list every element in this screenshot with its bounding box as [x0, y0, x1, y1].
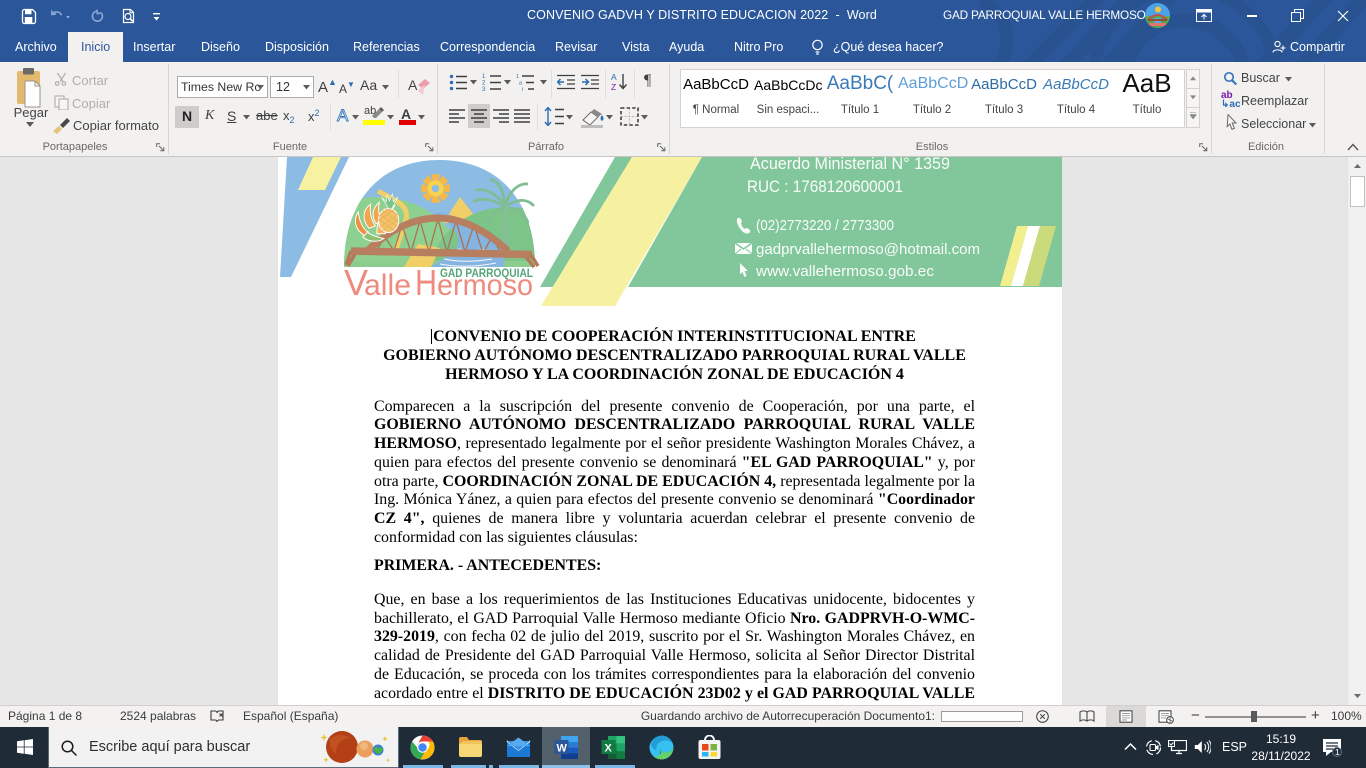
svg-text:Z: Z — [611, 82, 616, 92]
svg-text:X: X — [605, 743, 613, 755]
svg-text:W: W — [557, 743, 568, 755]
svg-text:alle: alle — [364, 269, 411, 302]
svg-text:1: 1 — [516, 74, 519, 80]
svg-text:H: H — [415, 262, 437, 303]
svg-text:1: 1 — [482, 74, 486, 80]
svg-text:(02)2773220 / 2773300: (02)2773220 / 2773300 — [756, 217, 894, 234]
svg-text:www.vallehermoso.gob.ec: www.vallehermoso.gob.ec — [755, 263, 935, 280]
svg-text:A: A — [408, 77, 418, 93]
svg-text:3: 3 — [482, 87, 486, 91]
svg-text:1: 1 — [1335, 747, 1340, 757]
svg-text:GAD PARROQUIAL: GAD PARROQUIAL — [440, 266, 533, 280]
svg-text:A: A — [611, 72, 617, 82]
svg-text:Acuerdo Ministerial N° 1359: Acuerdo Ministerial N° 1359 — [750, 157, 950, 173]
svg-text:2: 2 — [482, 81, 486, 87]
svg-text:gadprvallehermoso@hotmail.com: gadprvallehermoso@hotmail.com — [756, 241, 980, 258]
svg-text:a: a — [519, 81, 523, 87]
svg-text:RUC : 1768120600001: RUC : 1768120600001 — [747, 178, 903, 196]
svg-text:i: i — [522, 87, 523, 91]
